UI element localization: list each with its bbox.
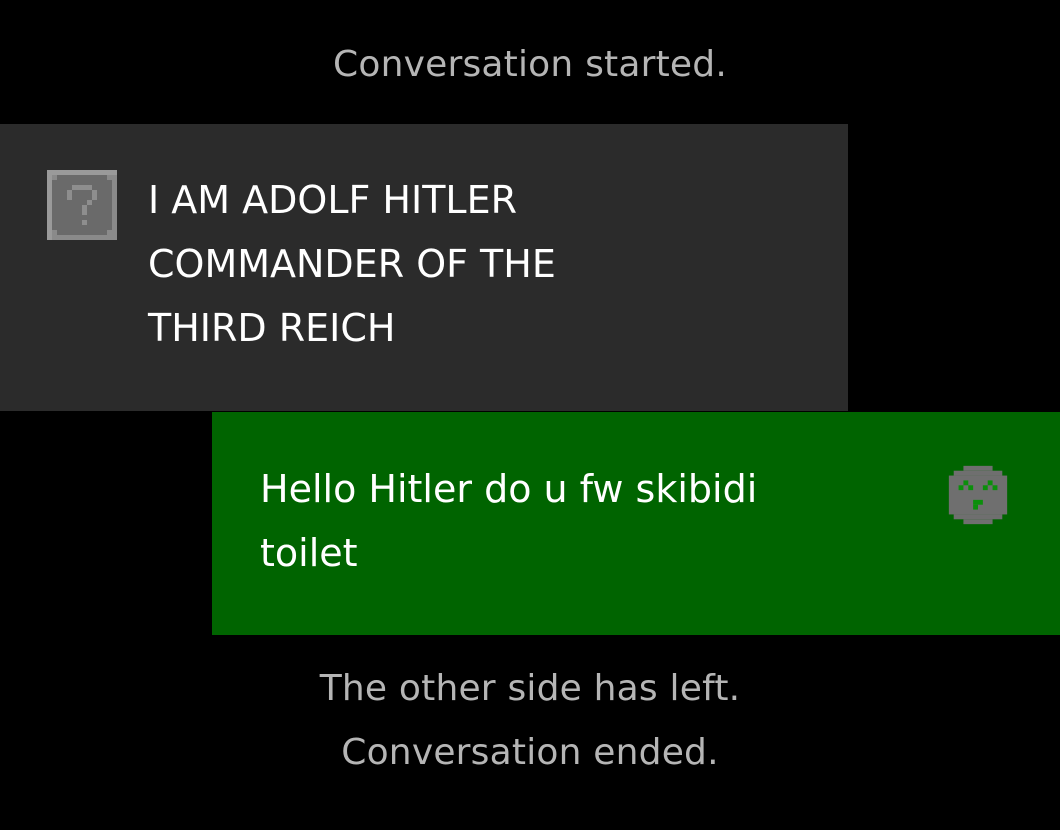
other-side-left-notice: The other side has left. — [319, 668, 741, 709]
own-message-text: Hello Hitler do u fw skibidi toilet — [260, 467, 758, 575]
stranger-message-text: I AM ADOLF HITLER COMMANDER OF THE THIRD… — [148, 178, 556, 350]
pixel-smiley-face-icon — [944, 461, 1012, 529]
conversation-ended-notice: Conversation ended. — [341, 732, 719, 773]
conversation-started-notice: Conversation started. — [333, 44, 727, 85]
question-block-icon — [47, 170, 117, 240]
